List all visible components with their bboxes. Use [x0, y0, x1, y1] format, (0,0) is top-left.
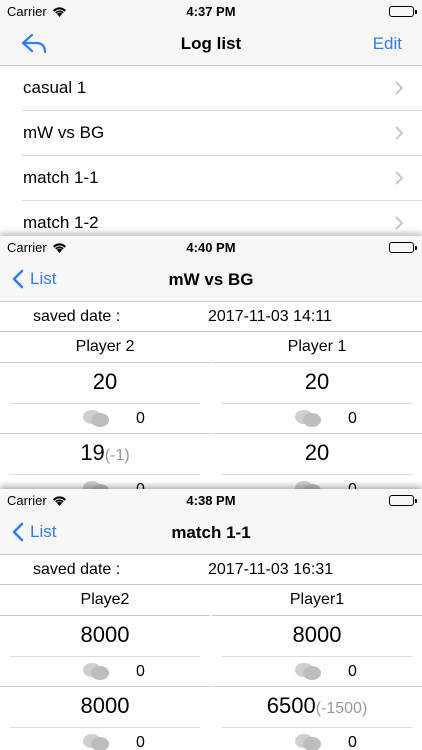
- nav-bar: List mW vs BG: [0, 258, 422, 302]
- score-value: 8000: [80, 693, 130, 718]
- score-value: 19(-1): [80, 440, 130, 465]
- nav-bar: Log list Edit: [0, 22, 422, 66]
- player-name: Player 1: [212, 332, 422, 363]
- status-time: 4:38 PM: [186, 493, 236, 508]
- list-item-label: match 1-1: [23, 168, 99, 187]
- counter-row: 0: [222, 727, 412, 750]
- battery-icon: [389, 495, 417, 506]
- player-column-right: Player1 8000 0 6500(-1500) 0: [212, 585, 422, 750]
- battery-icon: [389, 6, 417, 17]
- score-value: 20: [92, 369, 118, 394]
- page-title: Log list: [180, 34, 242, 53]
- page-title: match 1-1: [171, 523, 251, 542]
- counter-value: 0: [136, 663, 145, 680]
- score-value: 20: [304, 369, 330, 394]
- saved-date-row: saved date : 2017-11-03 14:11: [0, 302, 422, 332]
- counter-row: 0: [10, 727, 200, 750]
- page-title: mW vs BG: [168, 270, 254, 289]
- list-item-label: match 1-2: [23, 213, 99, 232]
- status-bar: Carrier 4:37 PM: [0, 0, 422, 22]
- counter-value: 0: [136, 410, 145, 427]
- counter-value: 0: [348, 410, 357, 427]
- list-item-label: mW vs BG: [23, 123, 105, 142]
- counter-value: 0: [348, 663, 357, 680]
- log-list: casual 1 mW vs BG match 1-1 match 1-2: [0, 66, 422, 240]
- cloud-icon: [83, 663, 109, 680]
- nav-bar: List match 1-1: [0, 511, 422, 555]
- counter-row: 0: [10, 656, 200, 686]
- counter-value: 0: [348, 734, 357, 750]
- cloud-icon: [83, 734, 109, 750]
- player-name: Player1: [212, 585, 422, 616]
- counter-value: 0: [136, 734, 145, 750]
- status-bar: Carrier 4:40 PM: [0, 236, 422, 258]
- score-value: 8000: [292, 622, 342, 647]
- battery-icon: [389, 242, 417, 253]
- list-item[interactable]: mW vs BG: [22, 111, 422, 156]
- counter-row: 0: [222, 403, 412, 433]
- chevron-right-icon: [395, 81, 404, 95]
- cloud-icon: [295, 734, 321, 750]
- player-column-right: Player 1 20 0 20 0: [212, 332, 422, 494]
- saved-date-value: 2017-11-03 14:11: [208, 308, 332, 325]
- player-column-left: Playe2 8000 0 8000 0: [0, 585, 210, 750]
- player-column-left: Player 2 20 0 19(-1) 0: [0, 332, 210, 494]
- status-time: 4:37 PM: [186, 4, 236, 19]
- cloud-icon: [295, 410, 321, 427]
- score-value: 8000: [80, 622, 130, 647]
- chevron-right-icon: [395, 126, 404, 140]
- chevron-right-icon: [395, 171, 404, 185]
- log-detail-screen-mw-vs-bg: Carrier 4:40 PM List mW vs BG saved date…: [0, 236, 422, 494]
- list-item[interactable]: match 1-1: [22, 156, 422, 201]
- counter-row: 0: [222, 656, 412, 686]
- saved-date-label: saved date :: [33, 561, 121, 578]
- saved-date-value: 2017-11-03 16:31: [208, 561, 334, 578]
- chevron-right-icon: [395, 216, 404, 230]
- counter-row: 0: [10, 403, 200, 433]
- cloud-icon: [83, 410, 109, 427]
- score-value: 6500(-1500): [266, 693, 368, 718]
- status-bar: Carrier 4:38 PM: [0, 489, 422, 511]
- log-list-screen: Carrier 4:37 PM Log list Edit casual 1 m…: [0, 0, 422, 240]
- list-item[interactable]: match 1-2: [22, 201, 422, 240]
- status-time: 4:40 PM: [186, 240, 236, 255]
- list-item-label: casual 1: [23, 78, 87, 97]
- cloud-icon: [295, 663, 321, 680]
- log-detail-screen-match-1-1: Carrier 4:38 PM List match 1-1 saved dat…: [0, 489, 422, 750]
- player-name: Playe2: [0, 585, 210, 616]
- saved-date-label: saved date :: [33, 308, 121, 325]
- player-name: Player 2: [0, 332, 210, 363]
- edit-button[interactable]: Edit: [373, 34, 402, 54]
- saved-date-row: saved date : 2017-11-03 16:31: [0, 555, 422, 585]
- list-item[interactable]: casual 1: [22, 66, 422, 111]
- score-value: 20: [304, 440, 330, 465]
